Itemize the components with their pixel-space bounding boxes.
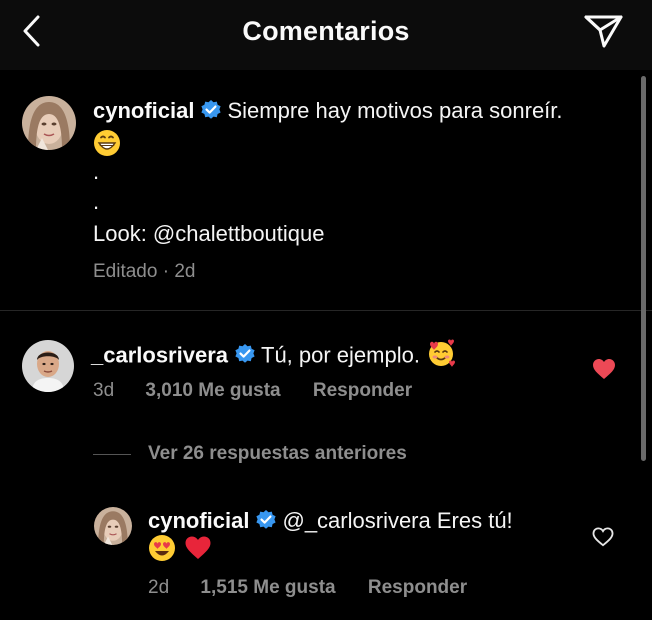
caption-username[interactable]: cynoficial [93,98,194,123]
reply-likes[interactable]: 1,515 Me gusta [200,577,335,598]
comment-username[interactable]: _carlosrivera [91,342,228,367]
caption-dot-2: . [93,189,100,214]
comment-meta: 3d 3,010 Me gusta Responder [93,380,412,402]
comment-avatar[interactable] [22,340,74,392]
caption-look-credit[interactable]: Look: @chalettboutique [93,220,325,248]
reply-meta: 2d 1,515 Me gusta Responder [148,577,467,599]
avatar-cynoficial-icon [94,507,132,545]
heart-filled-icon [593,359,615,379]
verified-badge-icon [200,99,222,128]
reply-avatar[interactable] [94,507,132,545]
heart-eyes-emoji-icon [148,534,176,569]
avatar-carlosrivera-icon [22,340,74,392]
reply-username[interactable]: cynoficial [148,508,249,533]
heart-outline-icon [592,527,614,547]
smiling-face-with-hearts-emoji-icon [426,338,456,375]
reply-text: @_carlosrivera Eres tú! [282,508,513,533]
verified-badge-icon [234,343,256,372]
scrollbar[interactable] [641,76,646,461]
caption-edited-time: Editado · 2d [93,261,196,282]
grinning-face-emoji-icon [94,130,120,156]
comment-like-button[interactable] [592,358,616,382]
comment-likes[interactable]: 3,010 Me gusta [145,380,280,401]
caption-dot-1: . [93,159,100,184]
caption-avatar[interactable] [22,96,76,150]
page-title: Comentarios [242,16,410,46]
view-previous-replies[interactable]: Ver 26 respuestas anteriores [148,443,407,465]
reply-time: 2d [148,577,170,598]
direct-send-icon [584,15,623,48]
avatar-cynoficial-icon [22,96,76,150]
reply-emojis [148,534,212,569]
reply-reply-button[interactable]: Responder [368,577,467,598]
comment-reply-button[interactable]: Responder [313,380,412,401]
comment-line-1: _carlosrivera Tú, por ejemplo. [91,338,456,375]
red-heart-emoji-icon [184,535,212,568]
caption-line-1: cynoficial Siempre hay motivos para sonre… [93,97,563,128]
comment-time: 3d [93,380,115,401]
caption-divider [0,310,652,311]
reply-like-button[interactable] [592,527,616,551]
replies-line [93,454,131,455]
verified-badge-icon [255,509,277,538]
share-button[interactable] [583,12,625,50]
top-bar: Comentarios [0,0,652,70]
caption-text: Siempre hay motivos para sonreír. [227,98,563,123]
comment-text: Tú, por ejemplo. [261,342,420,368]
